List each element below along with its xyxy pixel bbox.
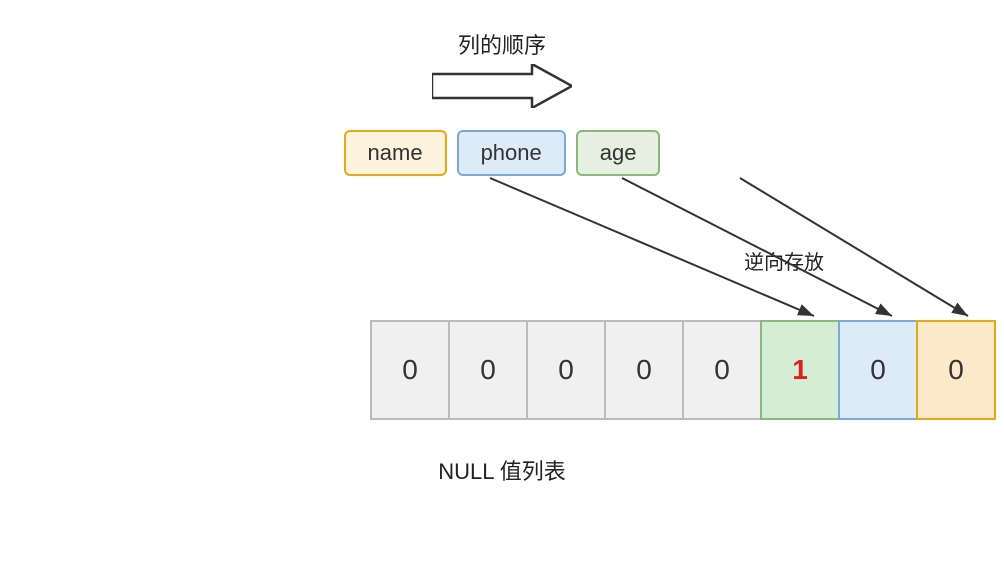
cell-2: 0 — [526, 320, 606, 420]
column-order-label: 列的顺序 — [458, 28, 546, 60]
arrow-section: 列的顺序 — [432, 28, 572, 108]
cell-3: 0 — [604, 320, 684, 420]
col-phone-box: phone — [457, 130, 566, 176]
col-name-box: name — [344, 130, 447, 176]
direction-arrow — [432, 64, 572, 108]
main-container: 列的顺序 name phone age 逆向存放 — [0, 0, 1004, 566]
cell-4: 0 — [682, 320, 762, 420]
column-labels: name phone age — [344, 130, 661, 176]
col-age-box: age — [576, 130, 661, 176]
col-phone-label: phone — [481, 140, 542, 165]
cell-6: 0 — [838, 320, 918, 420]
cell-7: 0 — [916, 320, 996, 420]
reverse-label: 逆向存放 — [744, 246, 824, 275]
cell-1: 0 — [448, 320, 528, 420]
cell-5: 1 — [760, 320, 840, 420]
null-bitmap-array: 0 0 0 0 0 1 0 0 — [372, 320, 996, 420]
null-list-label: NULL 值列表 — [438, 454, 566, 486]
col-age-label: age — [600, 140, 637, 165]
cell-0: 0 — [370, 320, 450, 420]
col-name-label: name — [368, 140, 423, 165]
